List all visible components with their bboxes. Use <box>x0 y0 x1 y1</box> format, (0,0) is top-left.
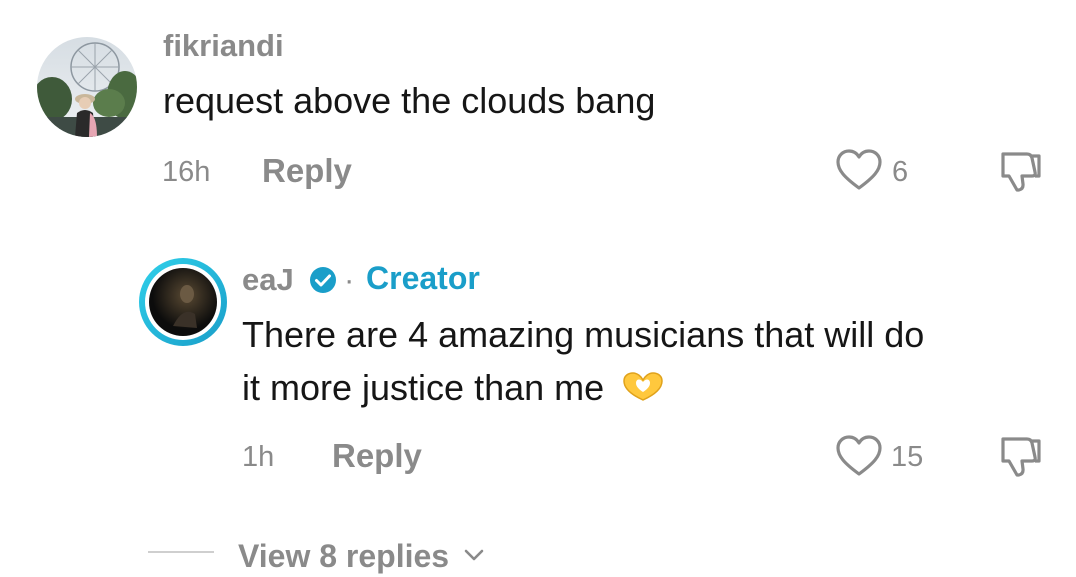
dislike-button[interactable] <box>995 148 1047 194</box>
avatar-photo <box>139 258 227 346</box>
heart-hands-emoji-icon <box>620 366 666 401</box>
like-button[interactable] <box>834 148 884 192</box>
avatar[interactable] <box>37 37 137 137</box>
thumbs-down-icon <box>1001 437 1041 477</box>
chevron-down-icon <box>462 536 486 561</box>
view-replies-button[interactable]: View 8 replies <box>238 536 486 575</box>
separator-dot: · <box>344 262 355 297</box>
comment-username[interactable]: fikriandi <box>163 28 284 64</box>
replies-divider <box>148 551 214 553</box>
comment-timestamp: 16h <box>162 156 211 188</box>
reply-button[interactable]: Reply <box>262 152 352 190</box>
creator-avatar[interactable] <box>137 256 229 348</box>
comment-text: request above the clouds bang <box>163 80 656 121</box>
reply-username[interactable]: eaJ <box>242 262 294 298</box>
reply-text-line-1: There are 4 amazing musicians that will … <box>242 314 925 355</box>
view-replies-label: View 8 replies <box>238 538 450 574</box>
thumbs-down-icon <box>1001 152 1041 192</box>
reply-timestamp: 1h <box>242 441 275 473</box>
verified-badge-icon <box>307 264 339 296</box>
reply-text-content: it more justice than me <box>242 367 605 408</box>
reply-button[interactable]: Reply <box>332 437 422 475</box>
like-count: 6 <box>892 156 909 188</box>
dislike-button[interactable] <box>995 433 1047 479</box>
like-count: 15 <box>891 441 924 473</box>
heart-outline-icon <box>836 149 882 190</box>
creator-label: Creator <box>366 260 480 296</box>
heart-outline-icon <box>836 435 882 476</box>
avatar-photo <box>37 37 137 137</box>
like-button[interactable] <box>834 434 884 478</box>
reply-text-line-2: it more justice than me <box>242 362 666 414</box>
